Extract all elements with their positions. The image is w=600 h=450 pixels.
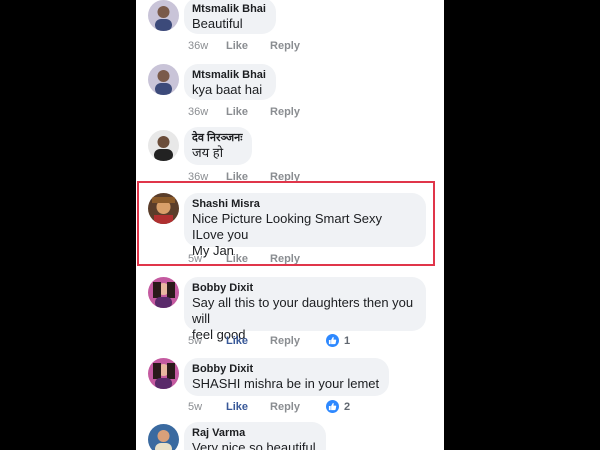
reply-button[interactable]: Reply (270, 335, 300, 347)
like-button[interactable]: Like (226, 401, 248, 413)
comment-author[interactable]: देव निरञ्जनः (192, 131, 242, 145)
comment-actions: 36w Like Reply (188, 171, 322, 183)
comment-timestamp[interactable]: 5w (188, 401, 226, 413)
comment-text: जय हो (192, 145, 224, 160)
comment-actions: 36w Like Reply (188, 106, 322, 118)
comment-bubble: Raj Varma Very nice so beautiful (184, 422, 326, 450)
comment-bubble: Shashi Misra Nice Picture Looking Smart … (184, 193, 426, 258)
comment-text: SHASHI mishra be in your lemet (192, 376, 380, 391)
comment-timestamp[interactable]: 36w (188, 171, 226, 183)
comment-author[interactable]: Bobby Dixit (192, 362, 379, 376)
reply-button[interactable]: Reply (270, 106, 300, 118)
avatar[interactable] (148, 424, 179, 450)
comment-bubble: Bobby Dixit Say all this to your daughte… (184, 277, 426, 342)
reply-button[interactable]: Reply (270, 171, 300, 183)
reaction-count-value: 1 (343, 334, 351, 347)
comment-timestamp[interactable]: 36w (188, 106, 226, 118)
comments-panel: Mtsmalik Bhai Beautiful 36w Like Reply M… (136, 0, 444, 450)
comment-text-line: Say all this to your daughters then you … (192, 295, 414, 326)
like-button[interactable]: Like (226, 335, 248, 347)
comment-text: Very nice so beautiful (192, 440, 316, 450)
reply-button[interactable]: Reply (270, 401, 300, 413)
reply-button[interactable]: Reply (270, 40, 300, 52)
thumbs-up-icon (325, 334, 339, 347)
like-button[interactable]: Like (226, 253, 248, 265)
comment-timestamp[interactable]: 36w (188, 40, 226, 52)
reply-button[interactable]: Reply (270, 253, 300, 265)
comment-text-line: Nice Picture Looking Smart Sexy ILove yo… (192, 211, 383, 242)
comment-bubble: Bobby Dixit SHASHI mishra be in your lem… (184, 358, 390, 396)
comment-author[interactable]: Bobby Dixit (192, 281, 416, 295)
reaction-count[interactable]: 1 (325, 334, 351, 347)
avatar[interactable] (148, 64, 179, 95)
avatar[interactable] (148, 130, 179, 161)
comment-bubble: Mtsmalik Bhai kya baat hai (184, 64, 276, 100)
avatar[interactable] (148, 0, 179, 31)
comment-bubble: Mtsmalik Bhai Beautiful (184, 0, 276, 34)
comment-timestamp[interactable]: 5w (188, 253, 226, 265)
comment-actions: 5w Like Reply 2 (188, 400, 350, 413)
reaction-count-value: 2 (343, 400, 351, 413)
comment-text: kya baat hai (192, 82, 263, 97)
comment-timestamp[interactable]: 5w (188, 335, 226, 347)
like-button[interactable]: Like (226, 40, 248, 52)
comment-actions: 5w Like Reply (188, 253, 322, 265)
comment-author[interactable]: Mtsmalik Bhai (192, 68, 266, 82)
avatar[interactable] (148, 277, 179, 308)
comment-author[interactable]: Shashi Misra (192, 197, 416, 211)
comment-bubble: देव निरञ्जनः जय हो (184, 127, 253, 165)
comment-author[interactable]: Raj Varma (192, 426, 316, 440)
avatar[interactable] (148, 193, 179, 224)
reaction-count[interactable]: 2 (325, 400, 351, 413)
thumbs-up-icon (325, 400, 339, 413)
comment-actions: 5w Like Reply 1 (188, 334, 350, 347)
like-button[interactable]: Like (226, 171, 248, 183)
comment-author[interactable]: Mtsmalik Bhai (192, 2, 266, 16)
like-button[interactable]: Like (226, 106, 248, 118)
comment-text: Beautiful (192, 16, 243, 31)
comment-actions: 36w Like Reply (188, 40, 322, 52)
avatar[interactable] (148, 358, 179, 389)
